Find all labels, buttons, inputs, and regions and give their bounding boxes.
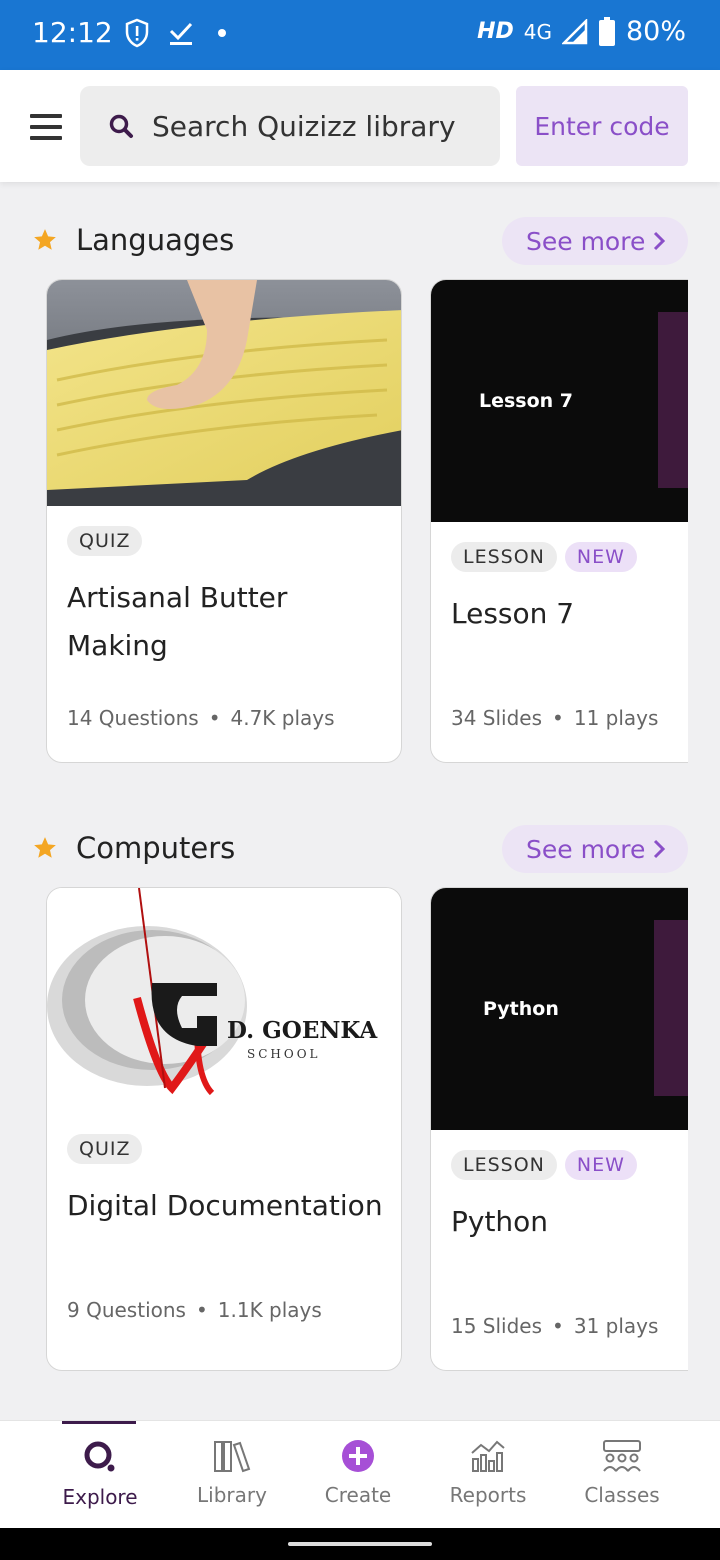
chevron-right-icon [653,839,666,859]
enter-code-button[interactable]: Enter code [516,86,688,166]
network-type: 4G [523,19,552,44]
home-gesture-handle[interactable] [288,1542,432,1546]
top-app-bar: Search Quizizz library Enter code [0,70,720,182]
dot-icon [218,29,226,37]
logo-text-school: SCHOOL [247,1047,321,1061]
thumbnail-accent [658,312,688,488]
bottom-navigation: Explore Library Create Reports Classes [0,1420,720,1529]
thumbnail-label: Python [483,998,559,1020]
library-books-icon [214,1441,251,1473]
battery-percentage: 80% [625,16,686,47]
question-count: 9 Questions [67,1298,186,1322]
nav-label: Create [324,1483,392,1507]
hamburger-menu-icon[interactable] [30,114,62,140]
nav-label: Explore [62,1485,138,1509]
card-tags: QUIZ [67,1134,143,1164]
lesson-card[interactable]: Python LESSON NEW Python 15 Slides • 31 pla… [430,887,688,1371]
card-meta: 9 Questions • 1.1K plays [67,1298,322,1322]
status-notification-icons [124,18,232,48]
star-icon [34,229,56,250]
section-header-languages: Languages See more [32,217,688,267]
see-more-label: See more [526,226,646,256]
status-time: 12:12 [32,16,113,49]
play-count: 11 plays [573,706,659,730]
nav-classes[interactable]: Classes [562,1421,682,1529]
butter-thumbnail-image [47,280,401,506]
nav-label: Classes [584,1483,660,1507]
see-more-button[interactable]: See more [502,217,688,265]
create-plus-icon [342,1440,374,1472]
search-placeholder: Search Quizizz library [152,109,456,143]
lesson-thumbnail: Lesson 7 [431,280,688,522]
section-title: Languages [76,223,235,257]
type-tag: QUIZ [67,1134,143,1164]
search-icon [109,114,133,138]
play-count: 4.7K plays [230,706,335,730]
lesson-card[interactable]: Lesson 7 LESSON NEW Lesson 7 34 Slides • 11… [430,279,688,763]
type-tag: LESSON [451,1150,557,1180]
card-meta: 34 Slides • 11 plays [451,706,659,730]
type-tag: QUIZ [67,526,143,556]
nav-label: Library [197,1483,267,1507]
type-tag: LESSON [451,542,557,572]
section-title: Computers [76,831,236,865]
nav-create[interactable]: Create [298,1421,418,1529]
slide-count: 15 Slides [451,1314,543,1338]
logo-text-goenka: D. GOENKA [227,1017,378,1044]
see-more-button[interactable]: See more [502,825,688,873]
nav-explore[interactable]: Explore [40,1421,160,1529]
card-tags: LESSON NEW [451,542,637,572]
new-badge: NEW [564,542,637,572]
status-right: HD 4G 80% [477,16,686,47]
slide-count: 34 Slides [451,706,543,730]
section-header-computers: Computers See more [32,825,688,875]
search-input[interactable]: Search Quizizz library [80,86,500,166]
new-badge: NEW [564,1150,637,1180]
nav-reports[interactable]: Reports [428,1421,548,1529]
play-count: 1.1K plays [217,1298,322,1322]
school-logo-image: D. GOENKA SCHOOL [47,888,401,1112]
lesson-thumbnail: Python [431,888,688,1130]
nav-library[interactable]: Library [172,1421,292,1529]
card-title: Artisanal Butter Making [67,581,288,662]
card-title: Python [451,1205,549,1238]
download-done-icon [169,22,193,45]
question-count: 14 Questions [67,706,199,730]
classes-group-icon [603,1440,641,1472]
thumbnail-label: Lesson 7 [479,390,574,412]
explore-q-icon [84,1441,115,1472]
nav-label: Reports [449,1483,527,1507]
active-indicator [62,1421,136,1424]
card-tags: QUIZ [67,526,143,556]
thumbnail-accent [654,920,688,1096]
quiz-card[interactable]: D. GOENKA SCHOOL QUIZ Digital Documentat… [46,887,402,1371]
battery-icon [598,16,615,46]
card-title: Digital Documentation [67,1189,383,1222]
card-meta: 14 Questions • 4.7K plays [67,706,335,730]
card-title: Lesson 7 [451,597,575,630]
hd-indicator: HD [477,19,514,44]
play-count: 31 plays [573,1314,659,1338]
see-more-label: See more [526,834,646,864]
card-tags: LESSON NEW [451,1150,637,1180]
system-gesture-bar [0,1528,720,1560]
status-bar: 12:12 HD 4G 80% [0,0,720,70]
shield-alert-icon [125,18,149,48]
star-icon [34,837,56,858]
card-meta: 15 Slides • 31 plays [451,1314,659,1338]
chevron-right-icon [653,231,666,251]
quiz-card[interactable]: QUIZ Artisanal Butter Making 14 Question… [46,279,402,763]
signal-icon [561,18,588,44]
reports-chart-icon [471,1440,505,1472]
